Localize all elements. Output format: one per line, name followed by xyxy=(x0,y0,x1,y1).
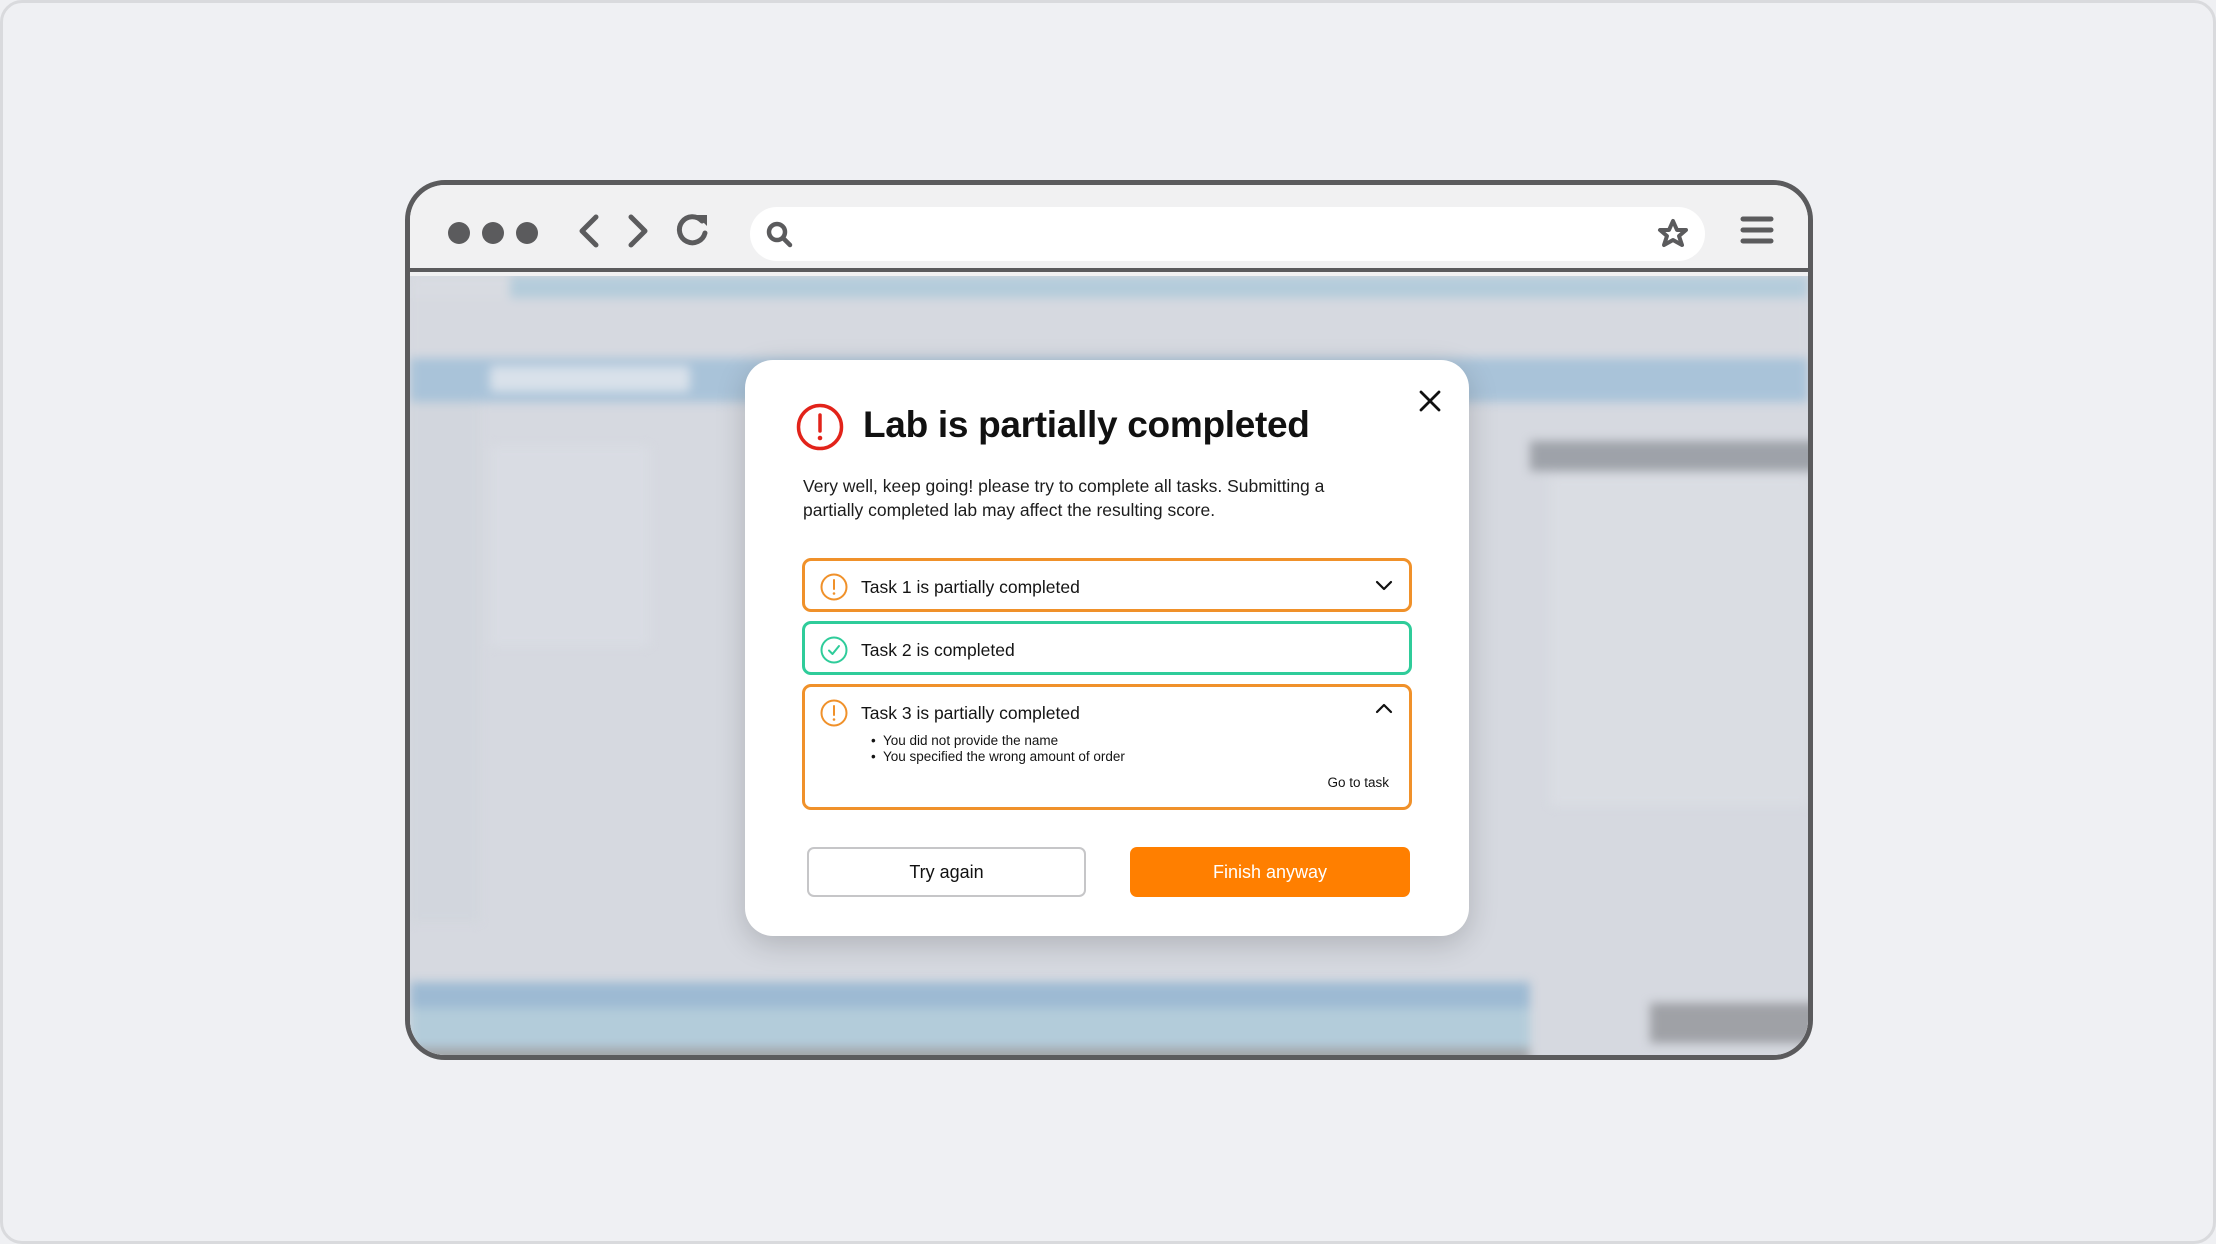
browser-toolbar xyxy=(410,185,1808,272)
task-item-2[interactable]: Task 2 is completed xyxy=(802,621,1412,675)
bg-panel-body xyxy=(1550,476,1808,806)
error-exclamation-icon xyxy=(796,403,844,451)
bg-search xyxy=(490,366,690,392)
task-item-1[interactable]: Task 1 is partially completed xyxy=(802,558,1412,612)
chevron-left-icon[interactable] xyxy=(570,209,610,253)
go-to-task-link[interactable]: Go to task xyxy=(1327,775,1389,790)
task-issue: You specified the wrong amount of order xyxy=(871,749,1125,765)
task-item-3[interactable]: Task 3 is partially completed You did no… xyxy=(802,684,1412,810)
search-icon xyxy=(766,221,793,248)
window-dot-icon[interactable] xyxy=(516,222,538,244)
star-icon[interactable] xyxy=(1655,216,1691,252)
task-label: Task 2 is completed xyxy=(861,640,1015,660)
bg-next-button xyxy=(1650,1003,1808,1043)
chevron-right-icon[interactable] xyxy=(617,209,657,253)
bg-taskbar xyxy=(410,1008,1530,1048)
finish-anyway-button[interactable]: Finish anyway xyxy=(1130,847,1410,897)
task-label: Task 1 is partially completed xyxy=(861,577,1080,597)
bg-tabbar xyxy=(410,276,1808,298)
window-dot-icon[interactable] xyxy=(482,222,504,244)
reload-icon[interactable] xyxy=(672,209,712,253)
hamburger-menu-icon[interactable] xyxy=(1740,215,1774,245)
task-label: Task 3 is partially completed xyxy=(861,703,1080,723)
check-circle-icon xyxy=(820,636,848,664)
bg-tab xyxy=(410,276,510,298)
dialog-description: Very well, keep going! please try to com… xyxy=(803,476,1325,520)
warning-exclamation-icon xyxy=(820,573,848,601)
try-again-button[interactable]: Try again xyxy=(807,847,1086,897)
dialog-title: Lab is partially completed xyxy=(863,404,1310,445)
chevron-down-icon[interactable] xyxy=(1375,579,1393,593)
address-bar[interactable] xyxy=(750,207,1705,261)
bg-form xyxy=(490,446,650,646)
bg-sidebar xyxy=(410,402,480,922)
bg-footer xyxy=(410,1048,1530,1055)
close-icon[interactable] xyxy=(1417,388,1443,414)
window-dot-icon[interactable] xyxy=(448,222,470,244)
chevron-up-icon[interactable] xyxy=(1375,701,1393,715)
bg-panel-header xyxy=(1530,441,1808,471)
warning-exclamation-icon xyxy=(820,699,848,727)
bg-statusbar xyxy=(410,982,1530,1008)
task-issues-list: You did not provide the name You specifi… xyxy=(871,733,1125,765)
bg-addressbar xyxy=(410,298,1808,358)
lab-status-dialog: Lab is partially completed Very well, ke… xyxy=(745,360,1469,936)
task-issue: You did not provide the name xyxy=(871,733,1125,749)
